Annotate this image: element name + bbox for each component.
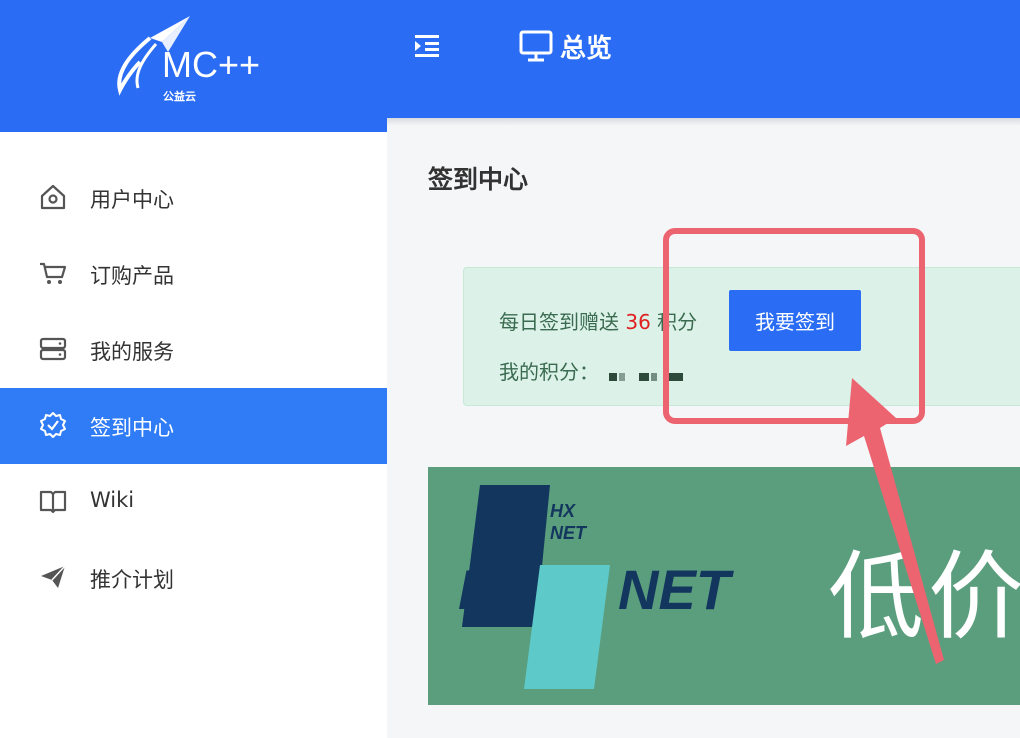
annotation-arrow-icon <box>846 378 944 664</box>
